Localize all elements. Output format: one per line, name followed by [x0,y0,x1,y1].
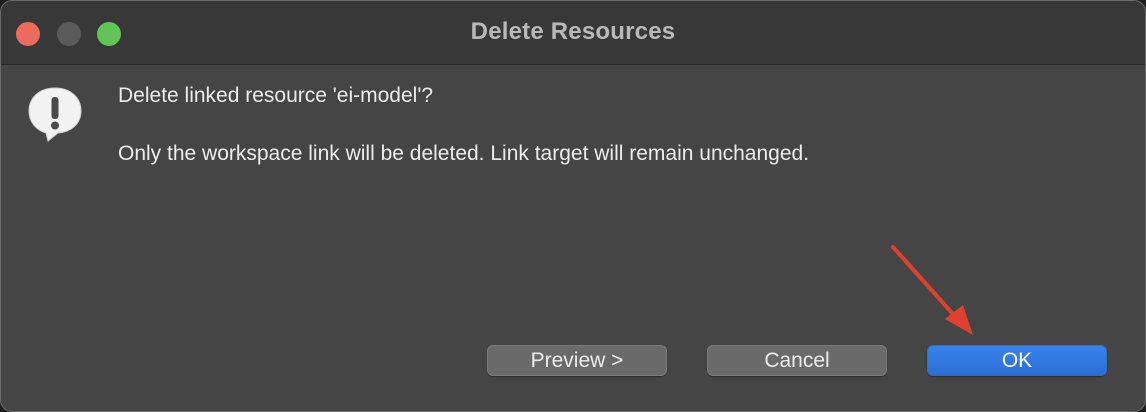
title-bar: Delete Resources [1,1,1145,65]
preview-button[interactable]: Preview > [487,345,667,376]
dialog-detail: Only the workspace link will be deleted.… [118,142,810,165]
ok-button[interactable]: OK [927,345,1107,376]
alert-icon [28,87,82,142]
window-title: Delete Resources [470,18,676,45]
dialog-window: Delete Resources Delete linked resource … [0,0,1146,412]
dialog-question: Delete linked resource 'ei-model'? [118,84,434,107]
cancel-button[interactable]: Cancel [707,345,887,376]
annotation-arrow-icon [891,245,973,335]
